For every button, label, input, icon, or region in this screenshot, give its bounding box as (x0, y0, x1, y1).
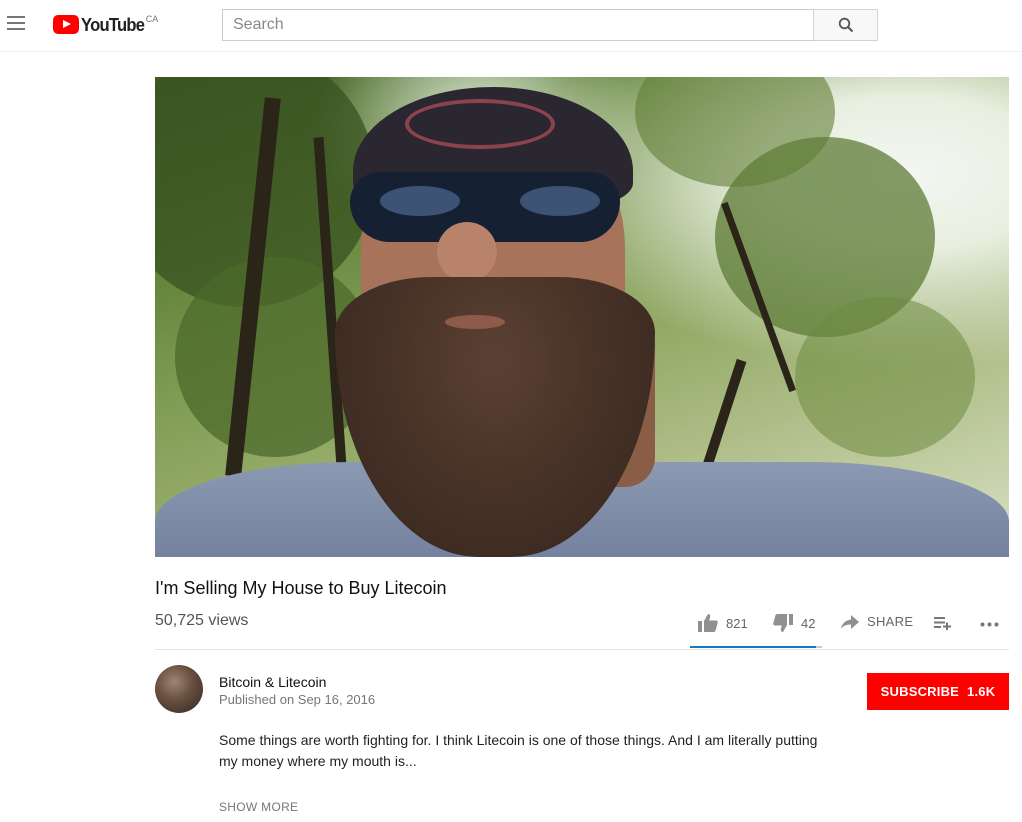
sentiment-bar-fill (690, 646, 816, 648)
share-label: SHARE (867, 614, 914, 629)
masthead: YouTube CA (0, 0, 1022, 52)
more-actions-button[interactable] (980, 622, 1000, 627)
video-player[interactable] (155, 77, 1009, 557)
share-button[interactable]: SHARE (841, 614, 913, 629)
dislike-count: 42 (801, 615, 816, 631)
view-count: 50,725 views (155, 612, 249, 629)
search-icon (838, 17, 854, 33)
show-more-button[interactable]: SHOW MORE (219, 800, 298, 814)
search-button[interactable] (813, 9, 878, 41)
channel-name[interactable]: Bitcoin & Litecoin (219, 674, 326, 690)
publish-date: Published on Sep 16, 2016 (219, 692, 376, 707)
playlist-add-icon (934, 617, 951, 630)
menu-icon[interactable] (7, 16, 27, 32)
add-to-playlist-button[interactable] (934, 616, 952, 630)
region-code: CA (145, 14, 159, 24)
share-icon (841, 614, 859, 629)
youtube-logo[interactable]: YouTube CA (53, 14, 158, 36)
video-title: I'm Selling My House to Buy Litecoin (155, 578, 447, 598)
sentiment-bar (690, 646, 822, 648)
more-icon (980, 622, 999, 627)
subscriber-count: 1.6K (967, 684, 996, 699)
like-button[interactable]: 821 (698, 614, 748, 632)
like-count: 821 (726, 615, 748, 631)
logo-text: YouTube (81, 15, 145, 35)
dislike-button[interactable]: 42 (773, 614, 815, 632)
subscribe-button[interactable]: SUBSCRIBE 1.6K (867, 673, 1009, 710)
thumbs-up-icon (698, 614, 718, 632)
channel-avatar[interactable] (155, 665, 203, 713)
subscribe-label: SUBSCRIBE (880, 684, 960, 699)
divider (155, 649, 1009, 650)
youtube-play-icon (53, 15, 79, 34)
thumbs-down-icon (773, 614, 793, 632)
video-description: Some things are worth fighting for. I th… (219, 732, 818, 769)
search-input[interactable] (222, 9, 814, 41)
